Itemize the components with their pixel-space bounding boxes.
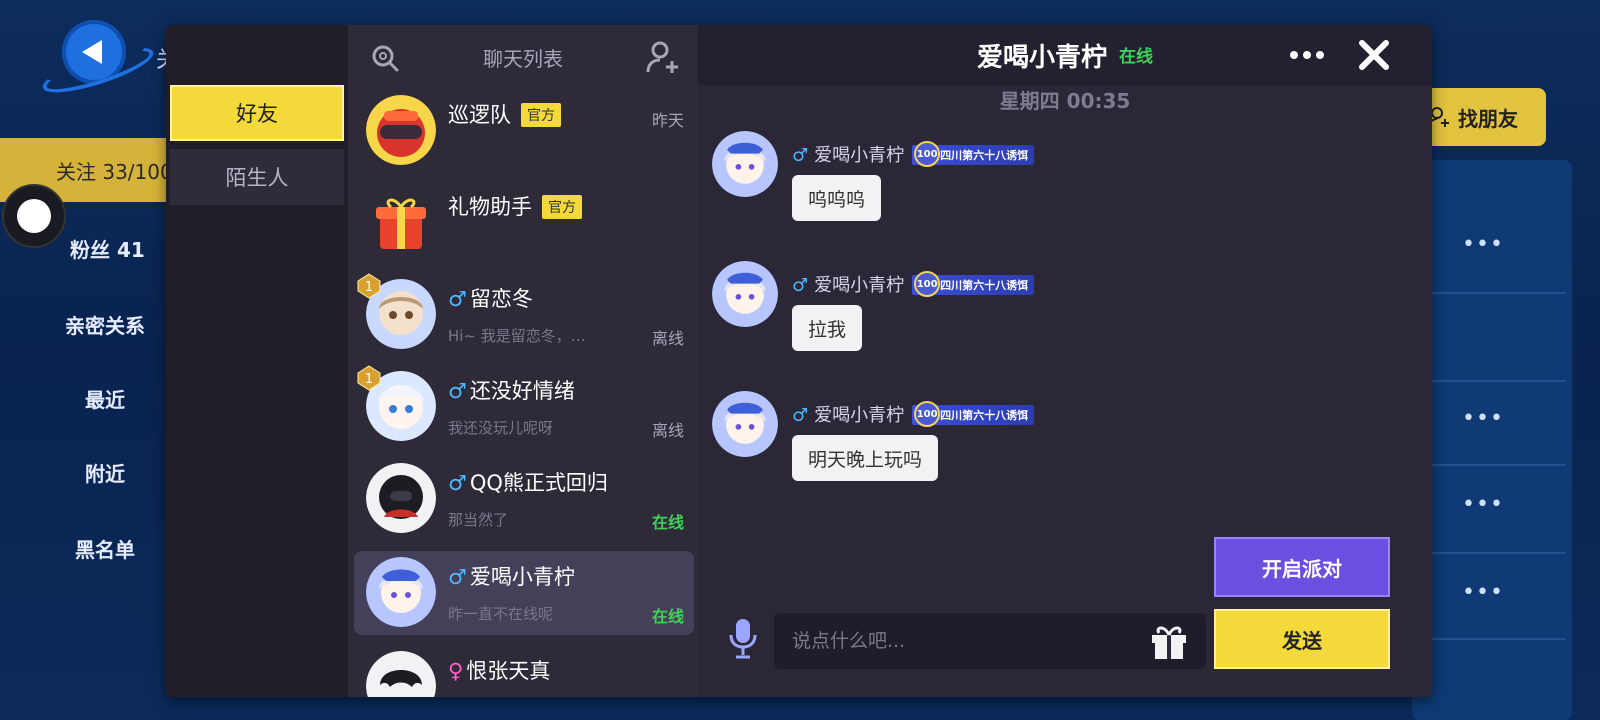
contact-name: ♀ 恨张天真	[448, 659, 551, 683]
contact-item-hen[interactable]: ♀ 恨张天真	[354, 645, 694, 697]
more-icon[interactable]: •••	[1462, 232, 1504, 257]
contact-name: ♂ QQ熊正式回归	[448, 471, 608, 495]
title-tag: 四川第六十八诱饵	[940, 149, 1029, 162]
chat-date: 星期四 00:35	[999, 89, 1131, 113]
rank-badge-icon: 1	[357, 365, 381, 391]
male-icon: ♂	[792, 405, 809, 426]
more-icon[interactable]	[1290, 47, 1330, 63]
chat-modal: 好友 陌生人 聊天列表 巡逻队 官方 昨天 礼物助手 官方 1 ♂ 留恋冬 Hi…	[166, 25, 1432, 697]
sidebar-item-fans[interactable]: 粉丝 41	[70, 234, 170, 263]
message-sender: ♂ 爱喝小青柠 100 四川第六十八诱饵	[792, 401, 1035, 427]
more-icon[interactable]: •••	[1462, 580, 1504, 605]
contact-status: 在线	[651, 513, 684, 532]
avatar[interactable]	[712, 391, 778, 457]
contact-name: 礼物助手 官方	[448, 191, 582, 221]
mic-icon[interactable]	[728, 617, 758, 659]
chat-header: 爱喝小青柠 在线	[698, 25, 1432, 85]
tab-strangers[interactable]: 陌生人	[170, 149, 344, 205]
online-status: 在线	[1119, 47, 1153, 67]
rank-badge-icon: 1	[357, 273, 381, 299]
chat-message: ♂ 爱喝小青柠 100 四川第六十八诱饵 呜呜呜	[712, 131, 1112, 241]
divider	[1424, 380, 1566, 382]
avatar[interactable]	[712, 261, 778, 327]
avatar	[366, 651, 436, 697]
title-tag: 四川第六十八诱饵	[940, 279, 1029, 292]
contact-name: ♂ 爱喝小青柠	[448, 565, 575, 589]
male-icon: ♂	[448, 379, 467, 403]
sidebar-item-nearby[interactable]: 附近	[40, 458, 170, 487]
title-tag: 四川第六十八诱饵	[940, 409, 1029, 422]
contact-preview: Hi~ 我是留恋冬，…	[448, 327, 586, 345]
chat-list: 聊天列表 巡逻队 官方 昨天 礼物助手 官方 1 ♂ 留恋冬 Hi~ 我是留恋冬…	[348, 25, 698, 697]
chat-message: ♂ 爱喝小青柠 100 四川第六十八诱饵 明天晚上玩吗	[712, 391, 1112, 501]
contact-preview: 那当然了	[448, 511, 509, 529]
avatar	[366, 95, 436, 165]
divider	[1424, 638, 1566, 640]
divider	[1424, 552, 1566, 554]
official-badge: 官方	[521, 103, 561, 127]
contact-preview: 昨一直不在线呢	[448, 605, 554, 623]
male-icon: ♂	[792, 275, 809, 296]
level-number: 100	[914, 141, 941, 167]
male-icon: ♂	[448, 471, 467, 495]
back-icon[interactable]	[62, 20, 126, 84]
sidebar-item-recent[interactable]: 最近	[40, 384, 170, 413]
level-number: 100	[914, 401, 941, 427]
sidebar-item-blacklist[interactable]: 黑名单	[40, 534, 170, 563]
contact-item-haimei[interactable]: 1 ♂ 还没好情绪 我还没玩儿呢呀 离线	[354, 365, 694, 449]
contact-item-aihe[interactable]: ♂ 爱喝小青柠 昨一直不在线呢 在线	[354, 551, 694, 635]
contact-preview: 我还没玩儿呢呀	[448, 419, 554, 437]
level-badge: 100 四川第六十八诱饵	[912, 401, 1035, 427]
svg-text:1: 1	[365, 280, 373, 295]
contact-time: 昨天	[651, 111, 684, 130]
contact-name: ♂ 留恋冬	[448, 287, 533, 311]
chat-panel: 爱喝小青柠 在线 星期四 00:35 ♂ 爱喝小青柠 100 四川第六十八诱饵 呜呜呜 …	[698, 25, 1432, 697]
start-party-button[interactable]: 开启派对	[1214, 537, 1390, 597]
avatar	[366, 557, 436, 627]
message-bubble: 拉我	[792, 305, 863, 351]
chat-list-header: 聊天列表	[348, 25, 698, 87]
male-icon: ♂	[448, 287, 467, 311]
avatar	[366, 187, 436, 257]
gift-icon[interactable]	[1148, 621, 1190, 661]
find-friend-label: 找朋友	[1458, 106, 1518, 131]
chat-input[interactable]	[774, 613, 1206, 669]
contact-item-liulian[interactable]: 1 ♂ 留恋冬 Hi~ 我是留恋冬，… 离线	[354, 273, 694, 357]
message-sender: ♂ 爱喝小青柠 100 四川第六十八诱饵	[792, 141, 1035, 167]
message-bubble: 呜呜呜	[792, 175, 882, 221]
level-badge: 100 四川第六十八诱饵	[912, 141, 1035, 167]
contact-item-qq-bear[interactable]: ♂ QQ熊正式回归 那当然了 在线	[354, 457, 694, 541]
contact-status: 在线	[651, 607, 684, 626]
chat-message: ♂ 爱喝小青柠 100 四川第六十八诱饵 拉我	[712, 261, 1112, 371]
more-icon[interactable]: •••	[1462, 406, 1504, 431]
male-icon: ♂	[448, 565, 467, 589]
add-friend-icon[interactable]	[646, 39, 682, 75]
male-icon: ♂	[792, 145, 809, 166]
send-button[interactable]: 发送	[1214, 609, 1390, 669]
message-bubble: 明天晚上玩吗	[792, 435, 939, 481]
contact-status: 离线	[651, 421, 684, 440]
sidebar-item-intimate[interactable]: 亲密关系	[40, 310, 170, 339]
message-sender: ♂ 爱喝小青柠 100 四川第六十八诱饵	[792, 271, 1035, 297]
level-badge: 100 四川第六十八诱饵	[912, 271, 1035, 297]
avatar	[366, 463, 436, 533]
female-icon: ♀	[448, 659, 464, 683]
official-badge: 官方	[542, 195, 582, 219]
more-icon[interactable]: •••	[1462, 492, 1504, 517]
contact-name: ♂ 还没好情绪	[448, 379, 575, 403]
close-icon[interactable]	[1354, 35, 1394, 75]
tab-friends[interactable]: 好友	[170, 85, 344, 141]
level-number: 100	[914, 271, 941, 297]
toggle-icon[interactable]	[2, 184, 66, 248]
contact-item-patrol[interactable]: 巡逻队 官方 昨天	[354, 89, 694, 173]
contact-status: 离线	[651, 329, 684, 348]
divider	[1424, 464, 1566, 466]
chat-tabs: 好友 陌生人	[166, 25, 348, 697]
contact-item-gift-helper[interactable]: 礼物助手 官方	[354, 181, 694, 265]
avatar[interactable]	[712, 131, 778, 197]
svg-text:1: 1	[365, 372, 373, 387]
divider	[1424, 292, 1566, 294]
contact-name: 巡逻队 官方	[448, 99, 561, 129]
